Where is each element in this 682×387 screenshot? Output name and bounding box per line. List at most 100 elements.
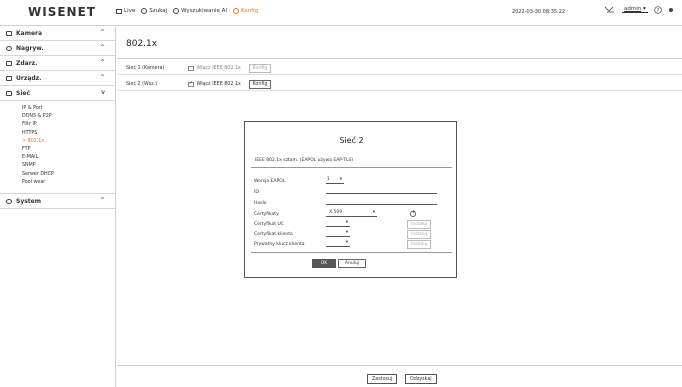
client-key-install-button[interactable]: Instaluj: [407, 240, 432, 249]
ca-cert-select[interactable]: ▾: [326, 220, 350, 227]
network-submenu: IP & Port DDNS & P2P Filtr IP HTTPS > 80…: [0, 101, 115, 195]
sidebar-item-system[interactable]: System ^: [0, 194, 115, 210]
menu-search-label: Szukaj: [149, 8, 168, 14]
network2-checkbox-label: Włącz IEEE 802.1x: [196, 82, 241, 87]
top-bar: WISENET Live Szukaj Wyszukiwanie AI Konf…: [0, 0, 682, 26]
menu-search[interactable]: Szukaj: [141, 8, 167, 14]
submenu-pool[interactable]: Pool wear: [22, 179, 115, 187]
ai-search-icon: [173, 8, 180, 14]
refresh-icon[interactable]: [409, 210, 417, 218]
camera-icon: [6, 30, 12, 36]
gear-icon: [6, 198, 12, 204]
search-icon: [141, 8, 148, 14]
menu-ai-search-label: Wyszukiwanie AI: [181, 8, 228, 14]
client-cert-select[interactable]: ▾: [326, 230, 350, 237]
eapol-select[interactable]: 1 ▾: [326, 177, 344, 184]
submenu-dhcp[interactable]: Serwer DHCP: [22, 171, 115, 179]
network2-dialog: Sieć 2 IEEE 802.1x sztam. (EAPOL używa E…: [244, 121, 457, 278]
dialog-description: IEEE 802.1x sztam. (EAPOL używa EAP-TLS): [255, 158, 353, 163]
submenu-snmp[interactable]: SNMP: [22, 162, 115, 170]
network1-checkbox[interactable]: [188, 65, 194, 72]
sidebar-label: Zdarz.: [16, 59, 38, 67]
top-right-tools: admin ▾ ?: [604, 5, 674, 14]
caret-down-icon: ▾: [345, 230, 348, 235]
menu-live-label: Live: [124, 8, 136, 14]
client-cert-install-button[interactable]: Instaluj: [407, 230, 432, 239]
event-icon: [6, 60, 12, 66]
certs-label: Certyfikaty: [254, 212, 279, 217]
cancel-button[interactable]: Anuluj: [338, 259, 366, 268]
client-key-label: Prywatny klucz klienta: [254, 242, 305, 247]
record-icon: [6, 45, 12, 51]
apply-button[interactable]: Zastosuj: [367, 374, 398, 384]
sidebar-label: Nagryw.: [16, 44, 44, 52]
submenu-email[interactable]: E-MAIL: [22, 154, 115, 162]
sidebar-label: System: [16, 197, 41, 205]
sidebar-item-urzadz[interactable]: Urządz. ^: [0, 71, 115, 86]
submenu-8021x-label: 802.1x: [27, 138, 45, 144]
submenu-ip-port[interactable]: IP & Port: [22, 105, 115, 113]
menu-config-label: Konfig: [241, 8, 259, 14]
sidebar-item-zdarz[interactable]: Zdarz. ^: [0, 56, 115, 71]
caret-down-icon: ▾: [345, 220, 348, 225]
caret-down-icon: ▾: [372, 210, 375, 215]
sidebar-item-siec[interactable]: Sieć v: [0, 86, 115, 101]
submenu-https[interactable]: HTTPS: [22, 130, 115, 138]
sidebar: Kamera ^ Nagryw. ^ Zdarz. ^ Urządz. ^ Sieć v …: [0, 26, 116, 387]
network-icon: [6, 90, 12, 96]
menu-config[interactable]: Konfig: [233, 8, 258, 14]
network2-checkbox[interactable]: [188, 80, 194, 88]
network1-config-button[interactable]: Konfig: [248, 64, 272, 73]
divider: [117, 58, 682, 59]
divider: [251, 252, 452, 253]
restore-button[interactable]: Odzyskaj: [405, 374, 437, 384]
client-key-select[interactable]: ▾: [326, 240, 350, 247]
top-menu: Live Szukaj Wyszukiwanie AI Konfig: [116, 8, 258, 14]
sidebar-item-kamera[interactable]: Kamera ^: [0, 26, 115, 41]
logout-icon[interactable]: [604, 5, 616, 14]
sidebar-label: Sieć: [16, 89, 31, 97]
password-label: Hasło: [254, 201, 267, 206]
id-field[interactable]: [326, 187, 437, 194]
chevron-up-icon: ^: [99, 59, 105, 66]
submenu-8021x[interactable]: > 802.1x: [22, 138, 115, 146]
menu-ai-search[interactable]: Wyszukiwanie AI: [173, 8, 227, 14]
help-icon[interactable]: ?: [654, 5, 662, 14]
chevron-up-icon: ^: [99, 44, 105, 51]
ca-cert-label: Certyfikat UC: [254, 222, 284, 227]
network2-row: Sieć 2 (Wsz.) Włącz IEEE 802.1x Konfig: [126, 80, 272, 89]
more-icon[interactable]: [668, 6, 674, 14]
ca-cert-install-button[interactable]: Instaluj: [407, 220, 432, 229]
sidebar-label: Kamera: [16, 29, 43, 37]
datetime: 2022-03-30 08:35:22: [512, 9, 566, 15]
sidebar-item-nagryw[interactable]: Nagryw. ^: [0, 41, 115, 56]
id-label: ID: [254, 190, 259, 195]
menu-live[interactable]: Live: [116, 8, 135, 14]
network1-row: Sieć 1 (Kamera) Włącz IEEE 802.1x Konfig: [126, 64, 272, 73]
password-field[interactable]: [326, 198, 437, 205]
network2-label: Sieć 2 (Wsz.): [126, 82, 158, 87]
network2-config-button[interactable]: Konfig: [248, 80, 272, 89]
svg-text:?: ?: [656, 7, 659, 13]
device-icon: [6, 75, 12, 81]
divider: [117, 74, 682, 75]
certs-select[interactable]: X.509 ▾: [326, 210, 377, 217]
user-menu[interactable]: admin ▾: [622, 6, 648, 13]
page-title: 802.1x: [126, 39, 158, 49]
sidebar-label: Urządz.: [16, 74, 42, 82]
submenu-ip-filter[interactable]: Filtr IP: [22, 121, 115, 129]
gear-icon: [233, 8, 240, 14]
chevron-down-icon: v: [101, 89, 105, 96]
ok-button[interactable]: OK: [312, 259, 336, 268]
chevron-up-icon: ^: [99, 74, 105, 81]
user-name: admin: [624, 6, 642, 12]
divider: [251, 167, 452, 168]
divider: [117, 365, 682, 366]
chevron-up-icon: ^: [99, 29, 105, 36]
chevron-up-icon: ^: [99, 197, 105, 205]
monitor-icon: [116, 8, 122, 14]
submenu-ddns[interactable]: DDNS & P2P: [22, 113, 115, 121]
network1-label: Sieć 1 (Kamera): [126, 66, 165, 71]
submenu-ftp[interactable]: FTP: [22, 146, 115, 154]
eapol-label: Wersja EAPOL: [254, 179, 286, 184]
